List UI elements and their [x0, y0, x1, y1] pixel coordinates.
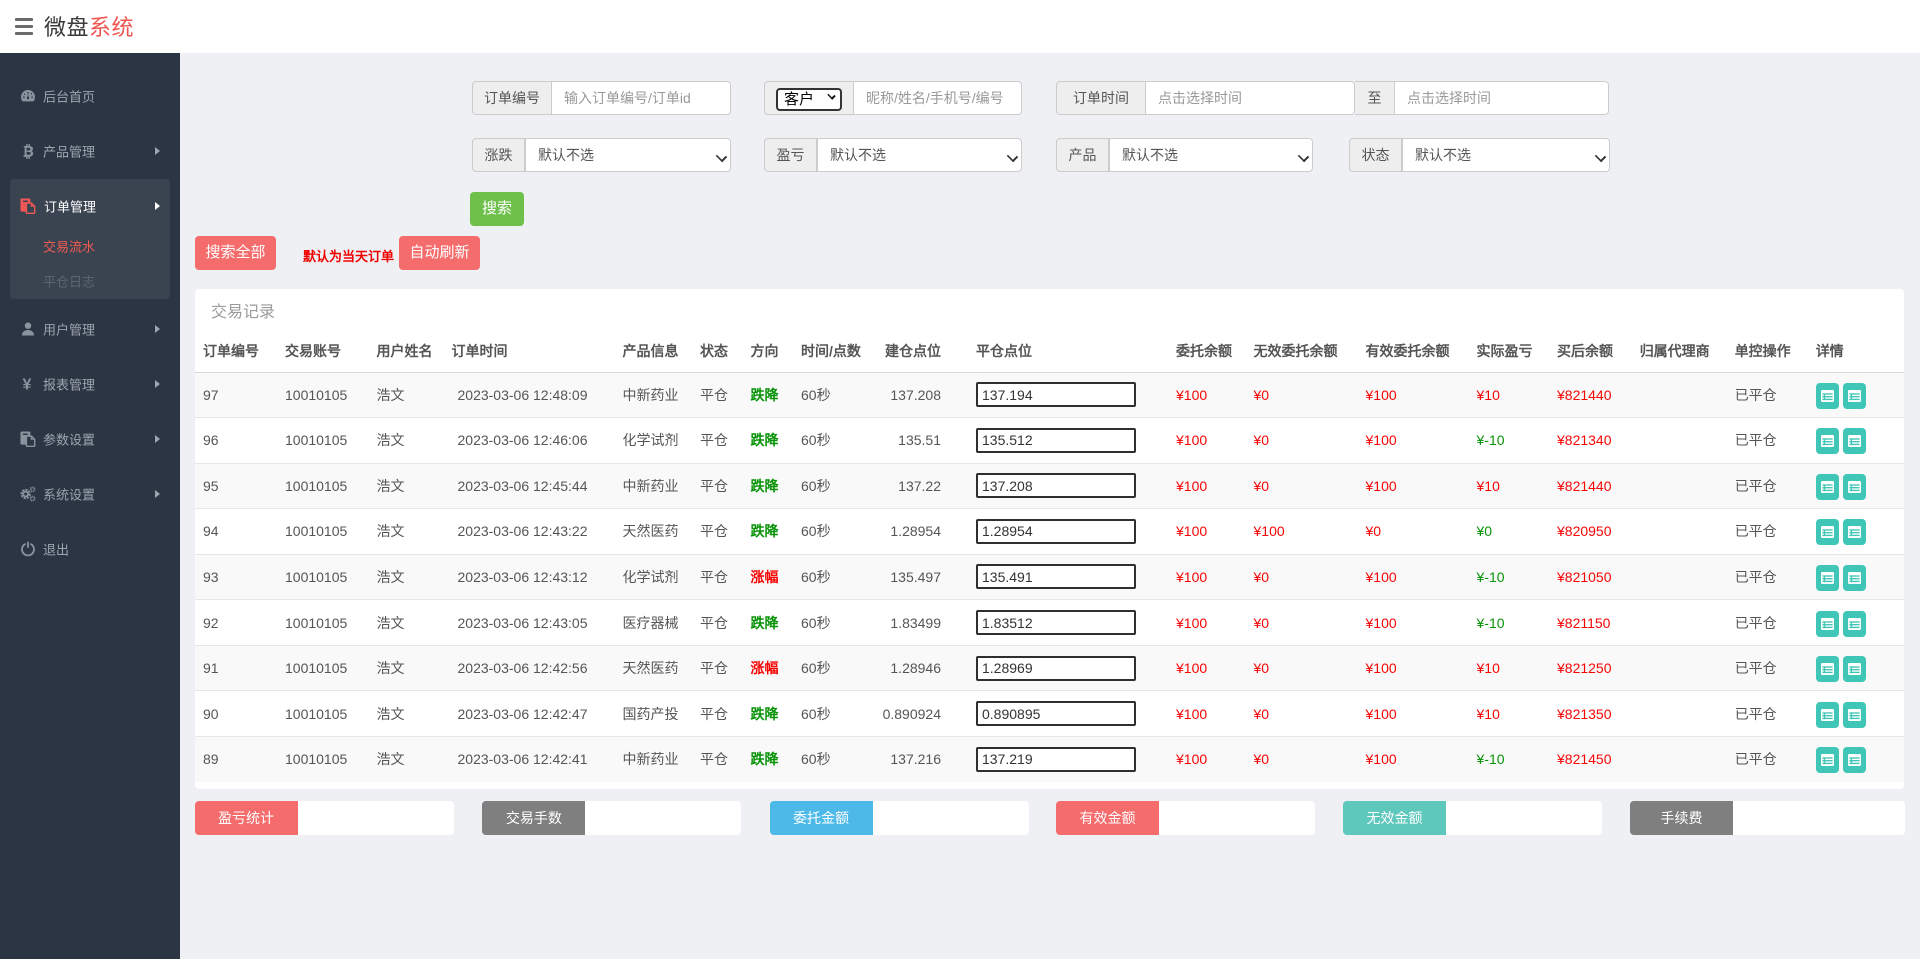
svg-text:¥: ¥ — [23, 377, 32, 393]
